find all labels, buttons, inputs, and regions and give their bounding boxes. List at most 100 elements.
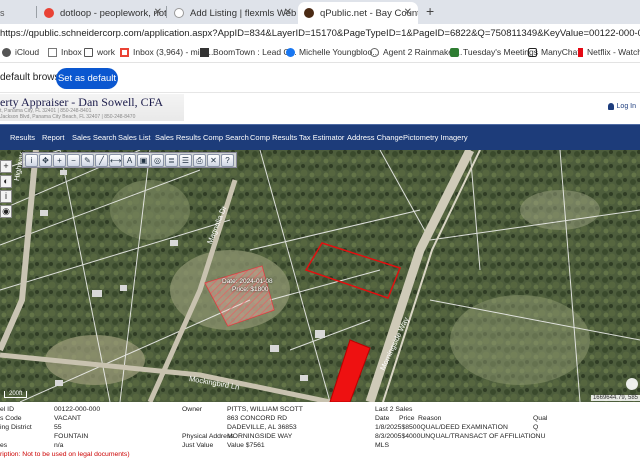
parcel-id-label: el ID <box>0 406 14 413</box>
sale-row-2: 8/3/2005$4000UNQUAL/TRANSACT OF AFFILIAT… <box>375 433 546 440</box>
bookmark-label: BoomTown : Lead C... <box>213 47 297 57</box>
nav-comp-results[interactable]: Comp Results <box>250 133 297 142</box>
help-icon[interactable]: ? <box>221 154 234 167</box>
acres-value: n/a <box>54 442 64 449</box>
parcel-sale-date: Date: 2024-01-08 <box>222 278 273 285</box>
login-link[interactable]: Log In <box>607 103 636 110</box>
taxing-district-value: 55 <box>54 424 62 431</box>
scale-bar: 200ft <box>4 391 28 398</box>
physical-address-label: Physical Address <box>182 433 234 440</box>
meetings-icon <box>450 47 459 57</box>
nav-report[interactable]: Report <box>42 133 65 142</box>
bookmark-inbox[interactable]: Inbox <box>48 47 82 57</box>
text-icon[interactable]: A <box>123 154 136 167</box>
main-nav: Results Report Sales Search Sales List S… <box>0 124 640 150</box>
tab-qpublic[interactable]: qPublic.net - Bay County, FL - … ✕ <box>298 2 418 24</box>
legal-description-note: ription: Not to be used on legal documen… <box>0 451 130 458</box>
url-text: https://qpublic.schneidercorp.com/applic… <box>0 28 640 39</box>
select-icon[interactable]: ▣ <box>137 154 150 167</box>
new-tab-button[interactable]: + <box>426 3 434 19</box>
close-icon[interactable]: ✕ <box>154 7 162 18</box>
aerial-imagery <box>0 150 640 402</box>
compass-icon[interactable] <box>626 378 638 390</box>
login-label: Log In <box>616 103 636 110</box>
sale-row-1: 1/8/2025$8500QUAL/DEED EXAMINATION <box>375 424 508 431</box>
nav-sales-results[interactable]: Sales Results <box>155 133 201 142</box>
zoom-in-icon[interactable]: + <box>53 154 66 167</box>
globe-icon[interactable]: ◉ <box>0 205 12 218</box>
nav-sales-search[interactable]: Sales Search <box>72 133 117 142</box>
bookmark-icloud[interactable]: iCloud <box>2 47 39 57</box>
nav-results[interactable]: Results <box>10 133 35 142</box>
qpublic-icon <box>304 8 314 18</box>
bookmark-facebook[interactable]: Michelle Youngbloo... <box>286 47 379 57</box>
identify-icon[interactable]: i <box>25 154 38 167</box>
district-name-value: FOUNTAIN <box>54 433 89 440</box>
taxing-district-label: ing District <box>0 424 32 431</box>
bookmark-label: ManyChat <box>541 47 580 57</box>
office-address-2: Jackson Blvd, Panama City Beach, FL 3240… <box>0 114 136 120</box>
legend-icon[interactable]: ☰ <box>179 154 192 167</box>
last-sales-title: Last 2 Sales <box>375 406 413 413</box>
print-icon[interactable]: ⎙ <box>193 154 206 167</box>
parcel-sale-price: Price: $1800 <box>232 286 269 293</box>
zoom-plus-icon[interactable]: + <box>0 160 12 173</box>
dotloop-icon <box>44 8 54 18</box>
clear-icon[interactable]: ✕ <box>207 154 220 167</box>
site-header: erty Appraiser - Dan Sowell, CFA t, Pana… <box>0 93 640 124</box>
inbox-icon <box>48 47 57 57</box>
pan-icon[interactable]: ✥ <box>39 154 52 167</box>
sales-price-header: Price <box>399 415 415 422</box>
just-value: Value $7561 <box>227 442 265 449</box>
nav-address-change[interactable]: Address Change <box>347 133 403 142</box>
line-icon[interactable]: ╱ <box>95 154 108 167</box>
info-icon[interactable]: i <box>0 190 12 203</box>
tab-dotloop[interactable]: dotloop - peoplework, not pap ✕ <box>38 2 168 24</box>
mls-label: MLS <box>375 442 389 449</box>
bookmark-rainmaker[interactable]: Agent 2 Rainmaker... <box>370 47 462 57</box>
gmail-icon <box>120 47 129 57</box>
folder-icon <box>84 47 93 57</box>
layers-icon[interactable]: ≣ <box>165 154 178 167</box>
manychat-icon <box>528 47 537 57</box>
buffer-icon[interactable]: ◎ <box>151 154 164 167</box>
map-toolbar: i ✥ + − ✎ ╱ ⟷ A ▣ ◎ ≣ ☰ ⎙ ✕ ? <box>22 152 237 168</box>
tab-flexmls[interactable]: Add Listing | flexmls Web ✕ <box>168 2 298 24</box>
nav-pictometry[interactable]: Pictometry Imagery <box>403 133 468 142</box>
bookmark-work[interactable]: work <box>84 47 115 57</box>
parcel-map[interactable]: Highway 2 Magnolia Dr Morningside Way Mo… <box>0 150 640 402</box>
rainmaker-icon <box>370 47 379 57</box>
default-browser-bar: default browser Set as default <box>0 63 640 93</box>
parcel-id-value: 00122-000-000 <box>54 406 101 413</box>
pan-hand-icon[interactable]: ◐ <box>0 175 12 188</box>
sales-reason-header: Reason <box>418 415 442 422</box>
user-icon <box>607 103 614 110</box>
bookmark-meetings[interactable]: Tuesday's Meetings <box>450 47 538 57</box>
flexmls-icon <box>174 8 184 18</box>
boomtown-icon <box>200 47 209 57</box>
nav-sales-list[interactable]: Sales List <box>118 133 151 142</box>
bookmark-label: work <box>97 47 115 57</box>
set-default-button[interactable]: Set as default <box>56 68 118 89</box>
use-code-label: s Code <box>0 415 22 422</box>
nav-comp-search[interactable]: Comp Search <box>203 133 249 142</box>
zoom-controls: + ◐ i ◉ <box>0 160 12 220</box>
zoom-out-icon[interactable]: − <box>67 154 80 167</box>
bookmark-manychat[interactable]: ManyChat <box>528 47 580 57</box>
bookmarks-bar: iCloud Inbox work Inbox (3,964) - mich..… <box>0 44 640 63</box>
measure-icon[interactable]: ⟷ <box>109 154 122 167</box>
bookmark-netflix[interactable]: Netflix - Watch TV <box>578 47 640 57</box>
bookmark-label: Michelle Youngbloo... <box>299 47 380 57</box>
bookmark-boomtown[interactable]: BoomTown : Lead C... <box>200 47 297 57</box>
address-bar[interactable]: https://qpublic.schneidercorp.com/applic… <box>0 24 640 44</box>
nav-tax-estimator[interactable]: Tax Estimator <box>299 133 344 142</box>
close-icon[interactable]: ✕ <box>284 7 292 18</box>
owner-street: 863 CONCORD RD <box>227 415 288 422</box>
sales-date-header: Date <box>375 415 390 422</box>
pencil-icon[interactable]: ✎ <box>81 154 94 167</box>
acres-label: es <box>0 442 8 449</box>
netflix-icon <box>578 47 583 57</box>
owner-city: DADEVILLE, AL 36853 <box>227 424 297 431</box>
parcel-sale-label: Date: 2024-01-08 Price: $1800 <box>222 278 273 294</box>
close-icon[interactable]: ✕ <box>404 7 412 18</box>
